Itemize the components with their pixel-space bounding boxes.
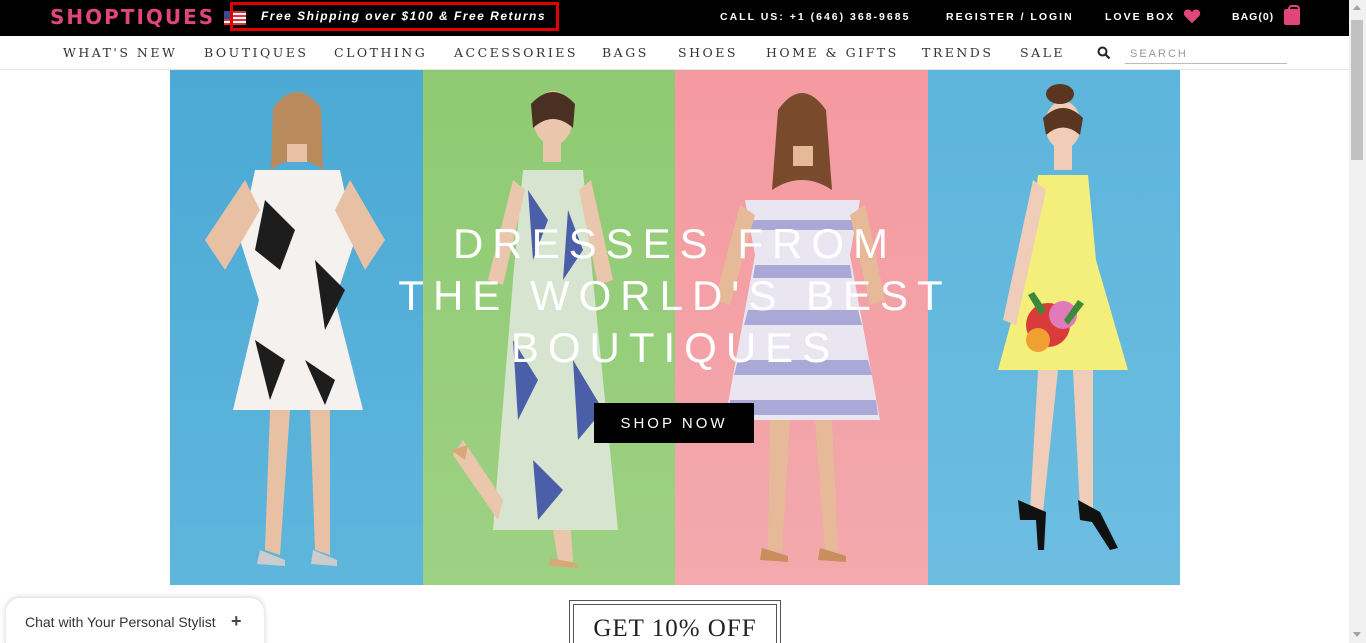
nav-item-boutiques[interactable]: BOUTIQUES: [204, 45, 308, 60]
hero-title-line-3: BOUTIQUES: [510, 324, 840, 371]
nav-item-shoes[interactable]: SHOES: [678, 45, 738, 60]
hero-banner[interactable]: DRESSES FROM THE WORLD'S BEST BOUTIQUES …: [170, 70, 1180, 585]
nav-item-sale[interactable]: SALE: [1020, 45, 1065, 60]
shopping-bag-icon[interactable]: [1284, 5, 1300, 25]
page-scrollbar[interactable]: [1349, 0, 1366, 643]
scroll-up-arrow-icon[interactable]: [1353, 5, 1361, 10]
heart-icon[interactable]: [1183, 8, 1201, 24]
nav-item-whats-new[interactable]: WHAT'S NEW: [63, 45, 177, 60]
plus-icon[interactable]: +: [231, 612, 242, 630]
register-login-link[interactable]: REGISTER / LOGIN: [946, 11, 1074, 23]
discount-offer-box[interactable]: GET 10% OFF: [569, 600, 781, 643]
stylist-chat-widget[interactable]: Chat with Your Personal Stylist +: [6, 598, 264, 643]
nav-item-clothing[interactable]: CLOTHING: [334, 45, 427, 60]
logo[interactable]: SHOPTIQUES: [50, 5, 215, 29]
hero-title-line-2: THE WORLD'S BEST: [398, 272, 952, 319]
scroll-thumb[interactable]: [1351, 20, 1363, 160]
hero-title: DRESSES FROM THE WORLD'S BEST BOUTIQUES: [170, 218, 1180, 374]
nav-item-trends[interactable]: TRENDS: [922, 45, 993, 60]
nav-item-bags[interactable]: BAGS: [602, 45, 649, 60]
scroll-down-arrow-icon[interactable]: [1353, 632, 1361, 637]
search-icon[interactable]: [1097, 46, 1111, 60]
search-input[interactable]: [1125, 44, 1287, 64]
nav-item-accessories[interactable]: ACCESSORIES: [454, 45, 578, 60]
top-bar: SHOPTIQUES Free Shipping over $100 & Fre…: [0, 0, 1349, 36]
shop-now-button[interactable]: SHOP NOW: [594, 403, 754, 443]
nav-item-home-gifts[interactable]: HOME & GIFTS: [766, 45, 899, 60]
call-us-link[interactable]: CALL US: +1 (646) 368-9685: [720, 11, 910, 23]
main-nav: WHAT'S NEW BOUTIQUES CLOTHING ACCESSORIE…: [0, 36, 1349, 70]
love-box-link[interactable]: LOVE BOX: [1105, 11, 1175, 23]
discount-offer-text: GET 10% OFF: [593, 615, 757, 642]
bag-link[interactable]: BAG(0): [1232, 11, 1274, 23]
hero-title-line-1: DRESSES FROM: [452, 220, 898, 267]
free-shipping-promo[interactable]: Free Shipping over $100 & Free Returns: [230, 2, 559, 31]
chat-label: Chat with Your Personal Stylist: [25, 614, 216, 630]
